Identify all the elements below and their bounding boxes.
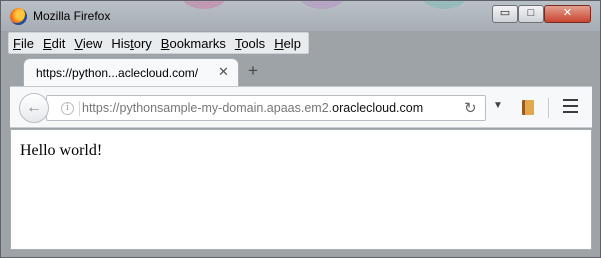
- menu-view[interactable]: View: [74, 36, 102, 51]
- maximize-button[interactable]: □: [518, 5, 544, 23]
- url-divider: [79, 101, 80, 116]
- title-bar[interactable]: Mozilla Firefox ▭ □ ✕: [1, 1, 600, 31]
- menu-bar: File Edit View History Bookmarks Tools H…: [8, 32, 309, 54]
- bookmarks-icon[interactable]: [522, 100, 534, 115]
- toolbar-divider: [548, 98, 549, 118]
- site-info-icon[interactable]: i: [61, 102, 74, 115]
- hamburger-menu-icon[interactable]: [563, 99, 578, 117]
- menu-tools[interactable]: Tools: [235, 36, 265, 51]
- firefox-icon: [10, 8, 27, 25]
- menu-history[interactable]: History: [111, 36, 151, 51]
- tab-close-icon[interactable]: ✕: [218, 64, 229, 80]
- reload-icon[interactable]: ↻: [464, 99, 477, 117]
- navigation-toolbar: i https://pythonsample-my-domain.apaas.e…: [10, 86, 592, 128]
- browser-window: Mozilla Firefox ▭ □ ✕ File Edit View His…: [0, 0, 601, 258]
- background-blur-shape: [181, 1, 227, 9]
- minimize-button[interactable]: ▭: [492, 5, 518, 23]
- page-content: Hello world!: [10, 129, 592, 250]
- new-tab-button[interactable]: +: [248, 61, 258, 81]
- menu-bookmarks[interactable]: Bookmarks: [161, 36, 226, 51]
- back-arrow-icon: ←: [26, 99, 42, 116]
- menu-help[interactable]: Help: [274, 36, 301, 51]
- back-button[interactable]: ←: [19, 93, 49, 123]
- close-window-button[interactable]: ✕: [544, 5, 591, 23]
- tab-active[interactable]: https://python...aclecloud.com/ ✕: [23, 58, 239, 86]
- url-text[interactable]: https://pythonsample-my-domain.apaas.em2…: [82, 101, 423, 115]
- tab-title: https://python...aclecloud.com/: [36, 66, 199, 80]
- background-blur-shape: [299, 1, 345, 9]
- window-title: Mozilla Firefox: [33, 9, 111, 23]
- menu-file[interactable]: File: [13, 36, 34, 51]
- history-dropdown-icon[interactable]: ▼: [493, 100, 503, 111]
- page-text: Hello world!: [20, 142, 103, 159]
- url-bar[interactable]: i https://pythonsample-my-domain.apaas.e…: [46, 95, 486, 121]
- background-blur-shape: [421, 1, 467, 9]
- menu-edit[interactable]: Edit: [43, 36, 65, 51]
